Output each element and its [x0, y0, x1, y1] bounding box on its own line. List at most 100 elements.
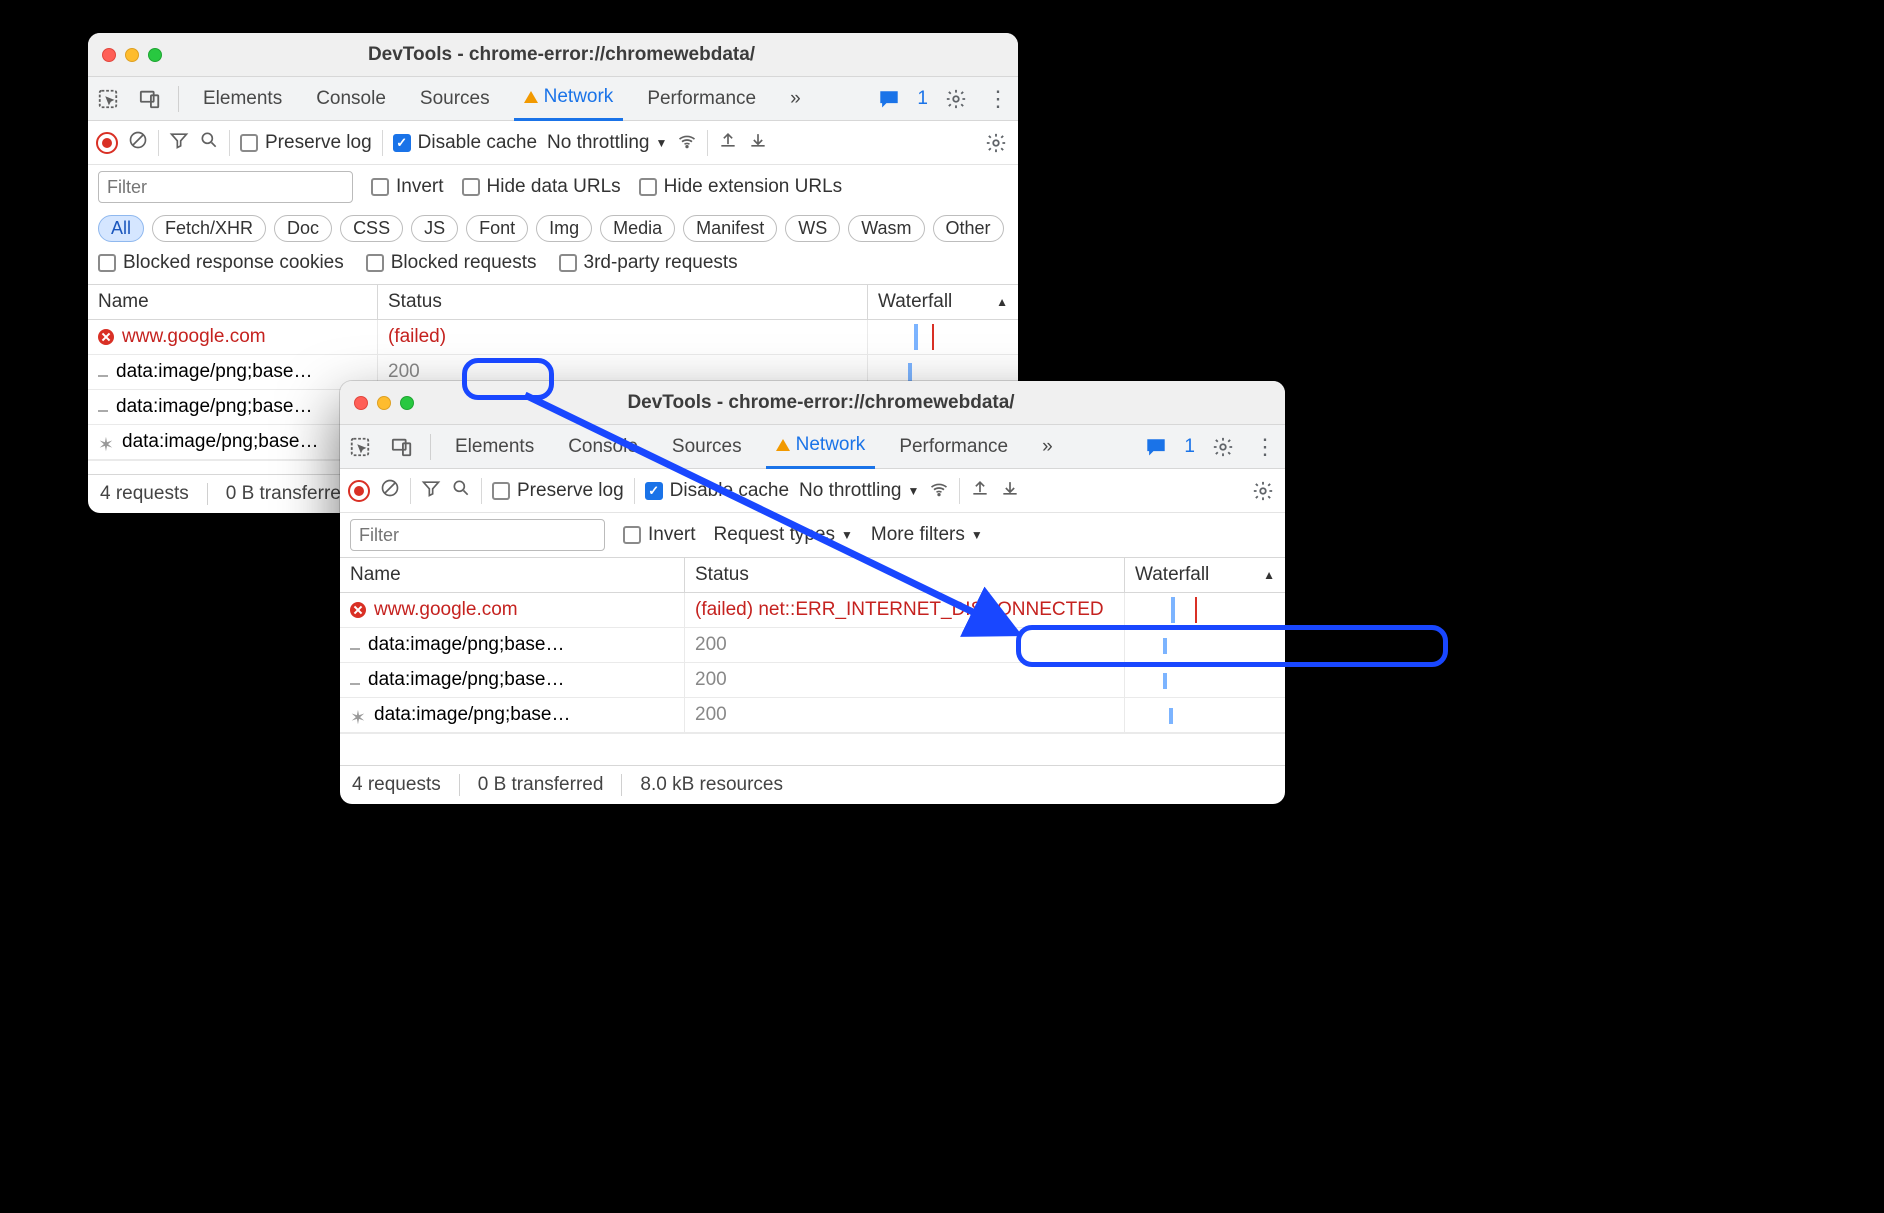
col-waterfall[interactable]: Waterfall▲	[1125, 558, 1285, 592]
device-toggle-icon[interactable]	[388, 433, 416, 461]
export-har-icon[interactable]	[1000, 478, 1020, 504]
search-icon[interactable]	[451, 478, 471, 504]
network-conditions-icon[interactable]	[929, 478, 949, 504]
col-name[interactable]: Name	[340, 558, 685, 592]
preserve-log-checkbox[interactable]: Preserve log	[492, 480, 624, 502]
filter-bar: Invert Hide data URLs Hide extension URL…	[88, 165, 1018, 209]
col-status[interactable]: Status	[378, 285, 868, 319]
separator	[707, 130, 708, 156]
device-toggle-icon[interactable]	[136, 85, 164, 113]
transferred-size: 0 B transferred	[226, 483, 352, 505]
devtools-window-2: DevTools - chrome-error://chromewebdata/…	[340, 381, 1285, 804]
col-status[interactable]: Status	[685, 558, 1125, 592]
tab-sources[interactable]: Sources	[410, 77, 500, 121]
tab-performance[interactable]: Performance	[889, 425, 1018, 469]
table-header: Name Status Waterfall▲	[88, 285, 1018, 320]
error-icon	[350, 602, 366, 618]
tab-sources[interactable]: Sources	[662, 425, 752, 469]
table-row[interactable]: www.google.com (failed) net::ERR_INTERNE…	[340, 593, 1285, 628]
titlebar[interactable]: DevTools - chrome-error://chromewebdata/	[88, 33, 1018, 77]
table-row[interactable]: ✶data:image/png;base… 200	[340, 698, 1285, 733]
blocked-cookies-checkbox[interactable]: Blocked response cookies	[98, 252, 344, 274]
col-name[interactable]: Name	[88, 285, 378, 319]
tab-console[interactable]: Console	[558, 425, 648, 469]
status-footer: 4 requests 0 B transferred 8.0 kB resour…	[340, 765, 1285, 804]
tab-elements[interactable]: Elements	[445, 425, 544, 469]
chip-css[interactable]: CSS	[340, 215, 403, 242]
tab-network[interactable]: Network	[514, 77, 624, 121]
hide-extension-urls-checkbox[interactable]: Hide extension URLs	[639, 176, 842, 198]
import-har-icon[interactable]	[718, 130, 738, 156]
chip-js[interactable]: JS	[411, 215, 458, 242]
chip-doc[interactable]: Doc	[274, 215, 332, 242]
clear-button[interactable]	[380, 478, 400, 504]
script-icon: ✶	[98, 434, 114, 450]
import-har-icon[interactable]	[970, 478, 990, 504]
window-title: DevTools - chrome-error://chromewebdata/	[371, 392, 1271, 414]
record-button[interactable]	[348, 480, 370, 502]
tab-performance[interactable]: Performance	[637, 77, 766, 121]
inspect-icon[interactable]	[346, 433, 374, 461]
close-traffic-button[interactable]	[102, 48, 116, 62]
chip-font[interactable]: Font	[466, 215, 528, 242]
request-count: 4 requests	[352, 774, 441, 796]
filter-icon[interactable]	[421, 478, 441, 504]
network-settings-icon[interactable]	[982, 129, 1010, 157]
throttling-select[interactable]: No throttling▼	[547, 132, 667, 154]
dataurl-icon	[350, 683, 360, 685]
chip-img[interactable]: Img	[536, 215, 592, 242]
filter-bar: Invert Request types▼ More filters▼	[340, 513, 1285, 558]
disable-cache-checkbox[interactable]: Disable cache	[393, 132, 537, 154]
tab-more[interactable]: »	[780, 77, 811, 121]
filter-input[interactable]	[350, 519, 605, 551]
settings-icon[interactable]	[1209, 433, 1237, 461]
kebab-menu-icon[interactable]: ⋮	[984, 85, 1012, 113]
table-row[interactable]: data:image/png;base… 200	[340, 628, 1285, 663]
hide-data-urls-checkbox[interactable]: Hide data URLs	[462, 176, 621, 198]
preserve-log-checkbox[interactable]: Preserve log	[240, 132, 372, 154]
chip-wasm[interactable]: Wasm	[848, 215, 924, 242]
dataurl-icon	[98, 410, 108, 412]
chip-fetch-xhr[interactable]: Fetch/XHR	[152, 215, 266, 242]
throttling-select[interactable]: No throttling▼	[799, 480, 919, 502]
search-icon[interactable]	[199, 130, 219, 156]
tab-console[interactable]: Console	[306, 77, 396, 121]
clear-button[interactable]	[128, 130, 148, 156]
network-settings-icon[interactable]	[1249, 477, 1277, 505]
chip-manifest[interactable]: Manifest	[683, 215, 777, 242]
settings-icon[interactable]	[942, 85, 970, 113]
invert-checkbox[interactable]: Invert	[371, 176, 444, 198]
chip-other[interactable]: Other	[933, 215, 1004, 242]
resources-size: 8.0 kB resources	[640, 774, 783, 796]
close-traffic-button[interactable]	[354, 396, 368, 410]
third-party-checkbox[interactable]: 3rd-party requests	[559, 252, 738, 274]
col-waterfall[interactable]: Waterfall▲	[868, 285, 1018, 319]
more-filters-dropdown[interactable]: More filters▼	[871, 524, 983, 546]
table-row[interactable]: www.google.com (failed)	[88, 320, 1018, 355]
chip-all[interactable]: All	[98, 215, 144, 242]
record-button[interactable]	[96, 132, 118, 154]
tab-network[interactable]: Network	[766, 425, 876, 469]
issues-icon[interactable]	[1142, 433, 1170, 461]
issues-icon[interactable]	[875, 85, 903, 113]
tab-elements[interactable]: Elements	[193, 77, 292, 121]
export-har-icon[interactable]	[748, 130, 768, 156]
transferred-size: 0 B transferred	[478, 774, 604, 796]
filter-input[interactable]	[98, 171, 353, 203]
filter-icon[interactable]	[169, 130, 189, 156]
window-title: DevTools - chrome-error://chromewebdata/	[119, 44, 1004, 66]
request-types-dropdown[interactable]: Request types▼	[714, 524, 853, 546]
kebab-menu-icon[interactable]: ⋮	[1251, 433, 1279, 461]
invert-checkbox[interactable]: Invert	[623, 524, 696, 546]
tab-more[interactable]: »	[1032, 425, 1063, 469]
chip-ws[interactable]: WS	[785, 215, 840, 242]
extra-filters: Blocked response cookies Blocked request…	[88, 252, 1018, 285]
disable-cache-checkbox[interactable]: Disable cache	[645, 480, 789, 502]
network-conditions-icon[interactable]	[677, 130, 697, 156]
request-table: www.google.com (failed) net::ERR_INTERNE…	[340, 593, 1285, 733]
table-row[interactable]: data:image/png;base… 200	[340, 663, 1285, 698]
titlebar[interactable]: DevTools - chrome-error://chromewebdata/	[340, 381, 1285, 425]
blocked-requests-checkbox[interactable]: Blocked requests	[366, 252, 537, 274]
chip-media[interactable]: Media	[600, 215, 675, 242]
inspect-icon[interactable]	[94, 85, 122, 113]
